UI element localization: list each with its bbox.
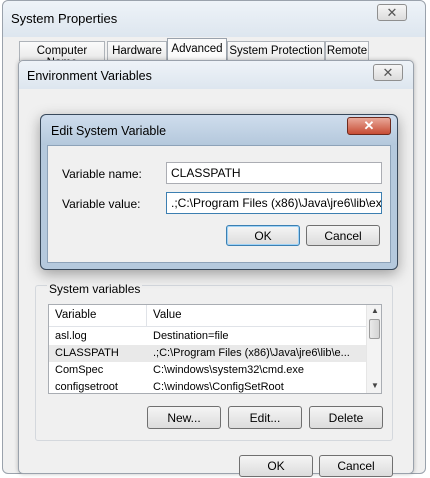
table-row[interactable]: CLASSPATH .;C:\Program Files (x86)\Java\… (49, 345, 366, 362)
system-variables-label: System variables (47, 282, 143, 296)
table-row[interactable]: ComSpec C:\windows\system32\cmd.exe (49, 362, 366, 379)
variable-value-field[interactable]: .;C:\Program Files (x86)\Java\jre6\lib\e… (166, 192, 382, 214)
variable-cell: configsetroot (55, 381, 118, 393)
close-icon[interactable]: ✕ (377, 4, 407, 21)
close-icon[interactable]: ✕ (347, 117, 391, 135)
vertical-scrollbar[interactable]: ▲ ▼ (366, 305, 381, 393)
system-properties-title: System Properties (11, 11, 118, 26)
value-cell: .;C:\Program Files (x86)\Java\jre6\lib\e… (153, 347, 350, 359)
delete-button[interactable]: Delete (309, 406, 383, 429)
cancel-button[interactable]: Cancel (319, 455, 393, 477)
new-button[interactable]: New... (147, 406, 221, 429)
tab-hardware[interactable]: Hardware (107, 41, 167, 61)
cancel-button[interactable]: Cancel (306, 225, 380, 246)
variable-cell: CLASSPATH (55, 347, 119, 359)
variable-name-field[interactable]: CLASSPATH (166, 162, 382, 184)
value-cell: Destination=file (153, 330, 229, 342)
variable-name-label: Variable name: (62, 167, 142, 181)
tab-computer-name[interactable]: Computer Name (19, 41, 105, 69)
edit-button[interactable]: Edit... (228, 406, 302, 429)
system-variables-list[interactable]: Variable Value asl.log Destination=file … (48, 304, 382, 394)
value-cell: C:\windows\system32\cmd.exe (153, 364, 304, 376)
ok-button[interactable]: OK (226, 225, 300, 246)
tab-system-protection[interactable]: System Protection (227, 41, 325, 61)
ok-button[interactable]: OK (239, 455, 313, 477)
variable-cell: asl.log (55, 330, 87, 342)
environment-variables-title: Environment Variables (27, 69, 152, 83)
edit-system-variable-dialog: Edit System Variable ✕ Variable name: CL… (40, 114, 398, 270)
list-header: Variable Value (49, 305, 366, 327)
tab-remote[interactable]: Remote (325, 41, 369, 61)
scrollbar-thumb[interactable] (369, 319, 380, 339)
edit-dialog-title: Edit System Variable (51, 124, 167, 138)
scroll-up-icon[interactable]: ▲ (367, 306, 381, 315)
table-row[interactable]: asl.log Destination=file (49, 328, 366, 345)
variable-cell: ComSpec (55, 364, 104, 376)
table-row[interactable]: configsetroot C:\windows\ConfigSetRoot (49, 379, 366, 393)
variable-value-label: Variable value: (62, 197, 141, 211)
column-header-variable[interactable]: Variable (49, 305, 147, 327)
close-icon[interactable]: ✕ (373, 64, 403, 81)
column-header-value[interactable]: Value (147, 305, 366, 327)
tab-advanced[interactable]: Advanced (167, 38, 227, 61)
value-cell: C:\windows\ConfigSetRoot (153, 381, 284, 393)
scroll-down-icon[interactable]: ▼ (367, 381, 381, 390)
edit-dialog-body: Variable name: CLASSPATH Variable value:… (47, 145, 391, 263)
